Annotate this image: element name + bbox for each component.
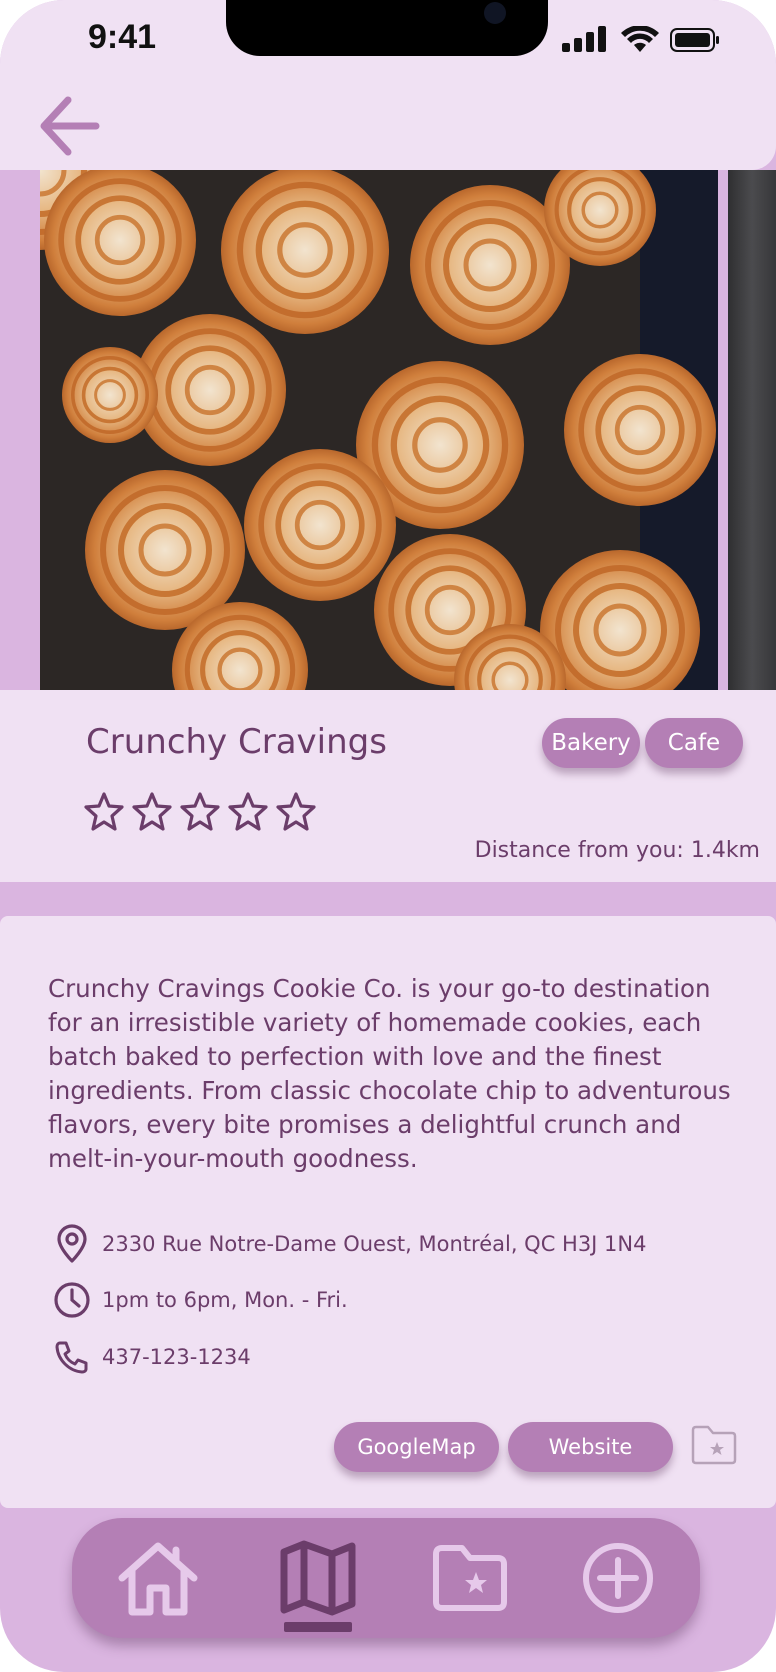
star-icon[interactable] bbox=[130, 790, 174, 834]
signal-icon bbox=[562, 26, 608, 52]
battery-icon bbox=[670, 28, 719, 52]
wifi-icon bbox=[621, 26, 659, 52]
address-text: 2330 Rue Notre-Dame Ouest, Montréal, QC … bbox=[102, 1232, 647, 1256]
next-photo-preview[interactable] bbox=[728, 170, 776, 690]
nav-map[interactable] bbox=[276, 1538, 360, 1618]
clock-icon bbox=[54, 1282, 90, 1318]
distance-text: Distance from you: 1.4km bbox=[474, 838, 760, 863]
cookies-image bbox=[40, 170, 718, 690]
active-tab-indicator bbox=[284, 1622, 352, 1632]
star-icon[interactable] bbox=[226, 790, 270, 834]
arrow-left-icon bbox=[40, 96, 100, 156]
place-name: Crunchy Cravings bbox=[86, 722, 387, 762]
save-folder-button[interactable] bbox=[690, 1424, 738, 1466]
bottom-nav bbox=[72, 1518, 700, 1638]
star-icon[interactable] bbox=[274, 790, 318, 834]
hours-row: 1pm to 6pm, Mon. - Fri. bbox=[52, 1276, 348, 1324]
phone-text: 437-123-1234 bbox=[102, 1345, 251, 1369]
status-time: 9:41 bbox=[88, 18, 157, 56]
notch bbox=[226, 0, 548, 56]
tag-cafe[interactable]: Cafe bbox=[645, 718, 743, 768]
back-button[interactable] bbox=[36, 90, 106, 156]
place-description: Crunchy Cravings Cookie Co. is your go-t… bbox=[48, 974, 731, 1173]
website-button[interactable]: Website bbox=[508, 1422, 673, 1472]
home-icon bbox=[118, 1542, 198, 1616]
star-icon[interactable] bbox=[178, 790, 222, 834]
front-camera bbox=[484, 2, 506, 24]
folder-star-icon bbox=[433, 1545, 507, 1611]
phone-screen: 9:41 Crunchy Cravings Bakery Cafe Distan… bbox=[0, 0, 776, 1672]
nav-saved[interactable] bbox=[428, 1538, 512, 1618]
rating-stars bbox=[82, 790, 318, 834]
tag-bakery[interactable]: Bakery bbox=[542, 718, 640, 768]
star-icon[interactable] bbox=[82, 790, 126, 834]
place-photo[interactable] bbox=[40, 170, 718, 690]
address-row[interactable]: 2330 Rue Notre-Dame Ouest, Montréal, QC … bbox=[52, 1220, 646, 1268]
phone-row[interactable]: 437-123-1234 bbox=[52, 1333, 251, 1381]
nav-add[interactable] bbox=[576, 1538, 660, 1618]
nav-home[interactable] bbox=[116, 1538, 200, 1618]
plus-circle-icon bbox=[583, 1543, 653, 1613]
googlemap-button[interactable]: GoogleMap bbox=[334, 1422, 499, 1472]
map-icon bbox=[280, 1540, 356, 1616]
status-icons bbox=[562, 26, 722, 58]
hours-text: 1pm to 6pm, Mon. - Fri. bbox=[102, 1288, 348, 1312]
phone-icon bbox=[55, 1341, 88, 1374]
location-pin-icon bbox=[57, 1224, 87, 1263]
